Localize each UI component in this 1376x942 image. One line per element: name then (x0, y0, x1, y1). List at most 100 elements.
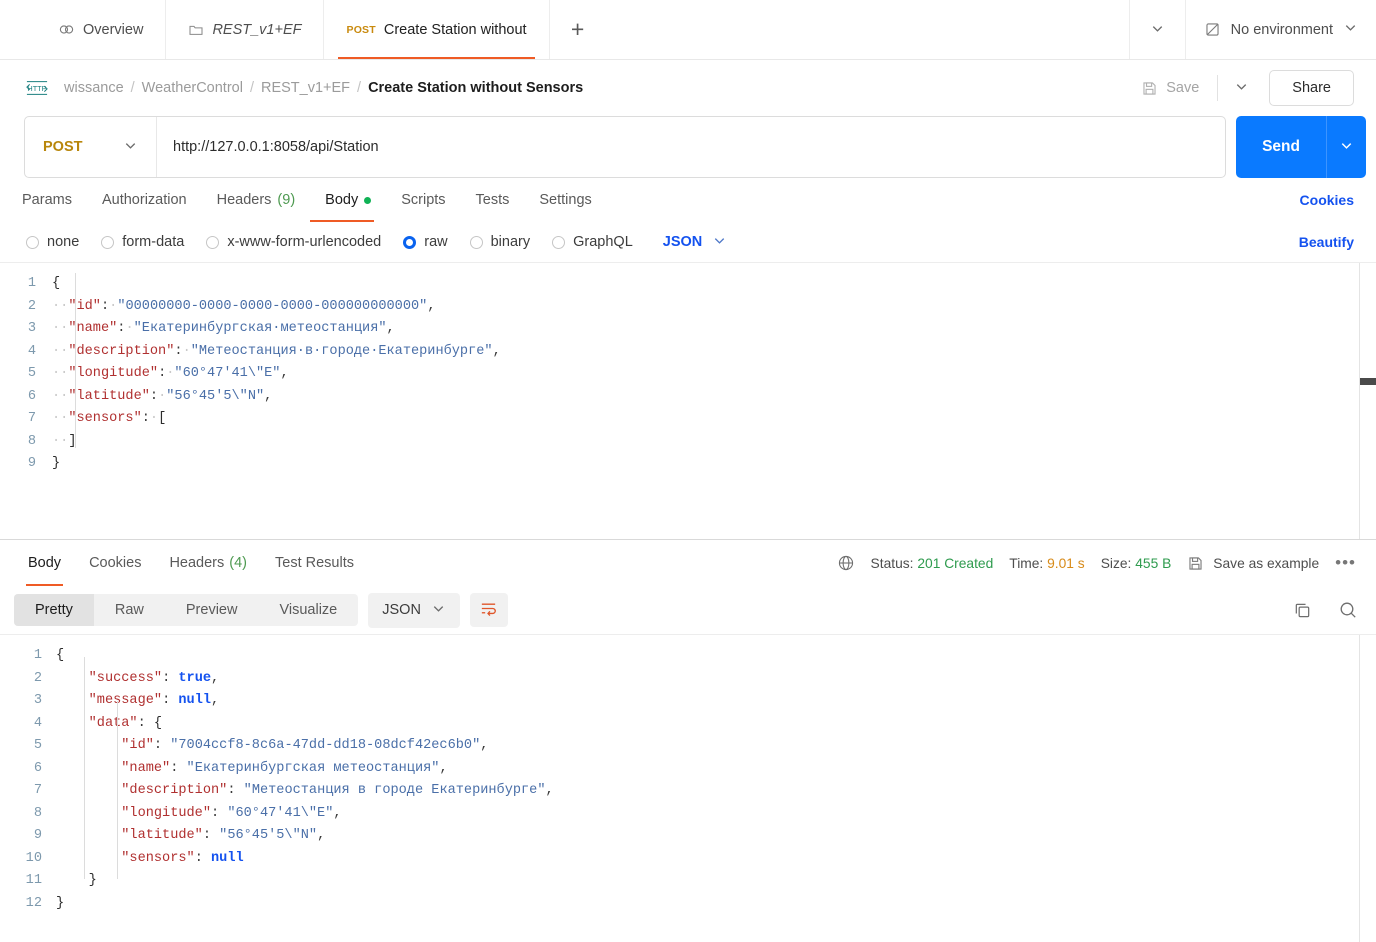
radio-icon (206, 236, 219, 249)
tab-create-station[interactable]: POST Create Station without (324, 0, 549, 59)
body-type-graphql[interactable]: GraphQL (552, 234, 633, 250)
url-input[interactable] (157, 117, 1225, 177)
copy-icon[interactable] (1293, 601, 1312, 620)
save-disk-icon (1141, 80, 1158, 97)
code-line-content: { (52, 273, 1376, 296)
response-tab-headers-count: (4) (229, 555, 247, 571)
body-type-none-label: none (47, 234, 79, 250)
save-options-button[interactable] (1224, 72, 1259, 104)
code-token: ·· (52, 344, 68, 359)
code-token: "sensors" (68, 411, 141, 426)
code-token: : (170, 761, 186, 776)
code-token: "56°45'5\"N" (166, 389, 264, 404)
response-stats: Status: 201 Created Time: 9.01 s Size: 4… (837, 554, 1356, 572)
response-format-value: JSON (382, 602, 421, 618)
code-token: "latitude" (121, 828, 203, 843)
line-number: 8 (0, 431, 52, 454)
more-options-icon[interactable]: ••• (1335, 559, 1356, 567)
code-token: "description" (68, 344, 174, 359)
body-type-raw[interactable]: raw (403, 234, 447, 250)
view-mode-preview[interactable]: Preview (165, 594, 259, 626)
code-token: { (154, 716, 162, 731)
line-number: 7 (0, 780, 56, 803)
http-protocol-icon: HTTP (24, 77, 50, 99)
code-line-content: ··"name":·"Екатеринбургская·метеостанция… (52, 318, 1376, 341)
body-type-form-data[interactable]: form-data (101, 234, 184, 250)
tab-settings[interactable]: Settings (524, 178, 606, 222)
status-value: 201 Created (917, 556, 993, 571)
code-token: , (280, 366, 288, 381)
code-token: ·· (52, 366, 68, 381)
tab-authorization[interactable]: Authorization (87, 178, 202, 222)
code-token: ·· (52, 434, 68, 449)
code-token: , (264, 389, 272, 404)
response-tab-body[interactable]: Body (14, 540, 75, 586)
view-mode-raw[interactable]: Raw (94, 594, 165, 626)
code-token: "name" (121, 761, 170, 776)
view-mode-visualize[interactable]: Visualize (258, 594, 358, 626)
cookies-link[interactable]: Cookies (1300, 192, 1354, 208)
wrap-lines-icon (479, 599, 498, 621)
share-button[interactable]: Share (1269, 70, 1354, 106)
page-title: Create Station without Sensors (368, 80, 583, 96)
no-environment-icon (1204, 21, 1221, 38)
code-token: , (333, 806, 341, 821)
response-tab-test-results[interactable]: Test Results (261, 540, 368, 586)
body-type-none[interactable]: none (26, 234, 79, 250)
request-body-editor[interactable]: 1{2··"id":·"00000000-0000-0000-0000-0000… (0, 262, 1376, 539)
chevron-down-icon (1234, 79, 1249, 97)
send-button[interactable]: Send (1236, 116, 1326, 178)
wrap-lines-button[interactable] (470, 593, 508, 627)
request-body-code[interactable]: 1{2··"id":·"00000000-0000-0000-0000-0000… (0, 263, 1376, 476)
send-group: Send (1236, 116, 1366, 178)
code-token: , (211, 693, 219, 708)
save-as-example-button[interactable]: Save as example (1187, 555, 1319, 572)
time-label: Time: (1009, 556, 1043, 571)
code-token: "sensors" (121, 851, 194, 866)
new-tab-button[interactable]: + (550, 0, 606, 59)
response-body-editor[interactable]: 1{2 "success": true,3 "message": null,4 … (0, 634, 1376, 942)
code-token: "Метеостанция в городе Екатеринбурге" (244, 783, 546, 798)
code-line-content: "description": "Метеостанция в городе Ек… (56, 780, 1376, 803)
tab-tests[interactable]: Tests (461, 178, 525, 222)
code-token: : (195, 851, 211, 866)
raw-format-value: JSON (663, 234, 703, 250)
tab-headers[interactable]: Headers (9) (202, 178, 311, 222)
breadcrumb-item-workspace[interactable]: wissance (64, 80, 124, 96)
view-mode-pretty[interactable]: Pretty (14, 594, 94, 626)
code-token: } (52, 456, 60, 471)
response-body-code[interactable]: 1{2 "success": true,3 "message": null,4 … (0, 635, 1376, 915)
save-button[interactable]: Save (1129, 73, 1211, 104)
tab-params[interactable]: Params (22, 178, 87, 222)
search-icon[interactable] (1338, 600, 1358, 620)
beautify-link[interactable]: Beautify (1299, 234, 1354, 250)
send-options-button[interactable] (1326, 116, 1366, 178)
environment-selector[interactable]: No environment (1185, 0, 1376, 59)
code-token: , (427, 299, 435, 314)
response-tab-cookies[interactable]: Cookies (75, 540, 155, 586)
chevron-down-icon (123, 138, 138, 157)
tab-overview[interactable]: Overview (0, 0, 166, 59)
body-type-urlencoded[interactable]: x-www-form-urlencoded (206, 234, 381, 250)
breadcrumb-item-collection[interactable]: WeatherControl (142, 80, 243, 96)
raw-format-selector[interactable]: JSON (663, 233, 728, 251)
size-value: 455 B (1135, 556, 1171, 571)
http-method-selector[interactable]: POST (25, 117, 157, 177)
breadcrumb-item-folder[interactable]: REST_v1+EF (261, 80, 350, 96)
code-token: : (162, 693, 178, 708)
code-line-content: "message": null, (56, 690, 1376, 713)
editor-scrollbar[interactable] (1360, 378, 1376, 385)
tab-overflow-button[interactable] (1129, 0, 1185, 59)
tab-body[interactable]: Body (310, 178, 386, 222)
code-token: "Метеостанция·в·городе·Екатеринбурге" (191, 344, 493, 359)
response-format-selector[interactable]: JSON (368, 593, 460, 628)
tab-rest-v1-ef[interactable]: REST_v1+EF (166, 0, 324, 59)
code-token: [ (158, 411, 166, 426)
code-line-content: ··"description":·"Метеостанция·в·городе·… (52, 341, 1376, 364)
code-line: 1{ (0, 645, 1376, 668)
breadcrumb-bar: HTTP wissance / WeatherControl / REST_v1… (0, 60, 1376, 116)
body-type-binary[interactable]: binary (470, 234, 531, 250)
tab-scripts[interactable]: Scripts (386, 178, 460, 222)
code-token: : (211, 806, 227, 821)
response-tab-headers[interactable]: Headers (4) (155, 540, 261, 586)
